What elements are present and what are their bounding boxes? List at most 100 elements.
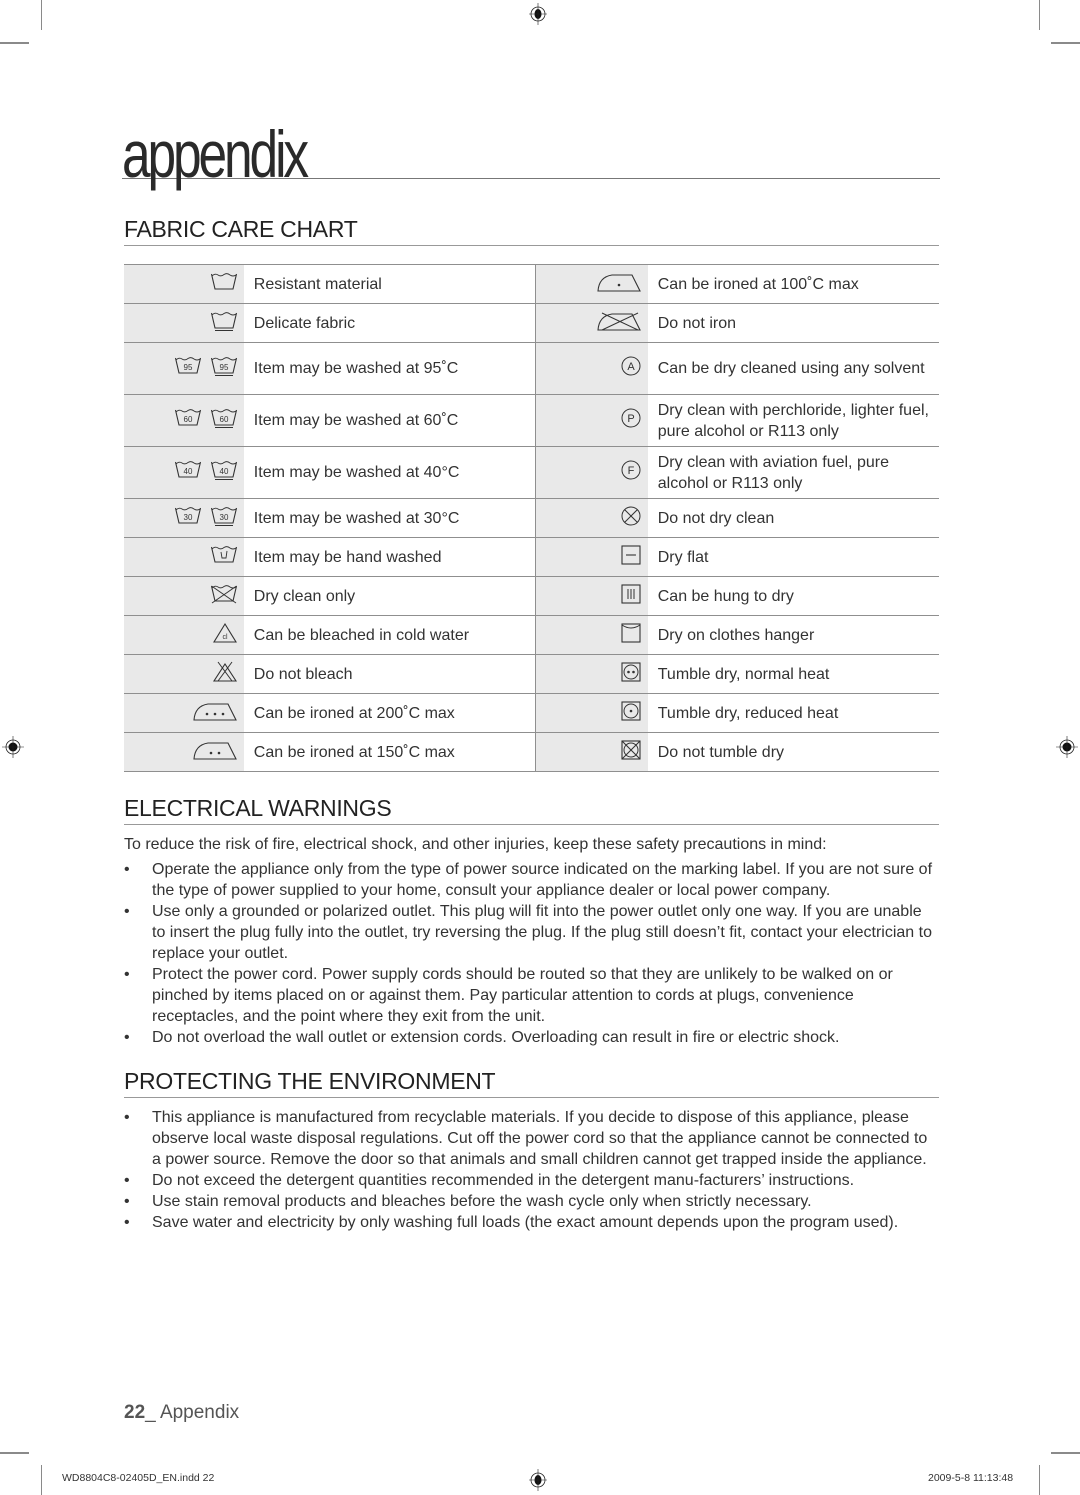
care-label: Do not bleach xyxy=(243,654,536,694)
washtub-delicate-icon xyxy=(210,310,238,332)
electrical-intro: To reduce the risk of fire, electrical s… xyxy=(124,836,827,853)
care-symbols xyxy=(212,661,238,683)
clothes-hanger-dry-icon xyxy=(620,622,642,644)
svg-text:60: 60 xyxy=(219,415,228,424)
care-symbols xyxy=(620,661,642,683)
hang-dry-icon xyxy=(620,583,642,605)
care-symbol-cell: 95 95 xyxy=(124,342,244,395)
care-row: Delicate fabric Do not iron xyxy=(124,303,939,343)
care-symbols xyxy=(192,700,238,722)
bullet-item: Protect the power cord. Power supply cor… xyxy=(124,964,939,1027)
electrical-warnings-title: ELECTRICAL WARNINGS xyxy=(124,795,939,825)
registration-mark-icon xyxy=(1056,736,1078,758)
dry-clean-a-icon: A xyxy=(620,355,642,377)
care-symbol-cell xyxy=(124,654,244,694)
care-symbols: 40 40 xyxy=(174,459,238,481)
care-symbol-cell xyxy=(534,537,648,577)
care-label: Delicate fabric xyxy=(243,303,536,343)
care-symbols: 95 95 xyxy=(174,355,238,377)
crop-mark xyxy=(0,1452,29,1454)
care-symbol-cell xyxy=(534,615,648,655)
do-not-wash-icon xyxy=(210,583,238,605)
do-not-tumble-dry-icon xyxy=(620,739,642,761)
chapter-heading: appendix xyxy=(122,117,940,191)
care-label: Tumble dry, reduced heat xyxy=(647,693,939,733)
do-not-bleach-icon xyxy=(212,661,238,683)
crop-mark xyxy=(1039,0,1040,30)
wash-60-icon: 60 xyxy=(174,407,202,429)
care-label: Can be hung to dry xyxy=(647,576,939,616)
care-label: Dry on clothes hanger xyxy=(647,615,939,655)
care-symbol-cell xyxy=(124,732,244,772)
care-symbol-cell xyxy=(534,654,648,694)
care-symbols xyxy=(210,544,238,566)
hand-wash-icon xyxy=(210,544,238,566)
care-symbols xyxy=(620,700,642,722)
care-label: Item may be hand washed xyxy=(243,537,536,577)
do-not-dry-clean-icon xyxy=(620,505,642,527)
care-symbol-cell xyxy=(534,498,648,538)
page-footer: 22_ Appendix xyxy=(124,1402,239,1424)
dry-clean-f-icon: F xyxy=(620,459,642,481)
care-symbol-cell xyxy=(124,303,244,343)
care-row: Item may be hand washed Dry flat xyxy=(124,537,939,577)
care-symbols xyxy=(596,271,642,293)
care-symbol-cell: 40 40 xyxy=(124,446,244,499)
care-label: Do not dry clean xyxy=(647,498,939,538)
bullet-item: Use only a grounded or polarized outlet.… xyxy=(124,901,939,964)
care-label: Dry flat xyxy=(647,537,939,577)
iron-one-dot-icon xyxy=(596,271,642,293)
svg-text:40: 40 xyxy=(219,467,228,476)
crop-mark xyxy=(1051,1452,1080,1454)
care-label: Item may be washed at 60˚C xyxy=(243,394,536,447)
bleach-cold-icon: cl xyxy=(212,622,238,644)
do-not-iron-icon xyxy=(596,310,642,332)
tumble-dry-reduced-icon xyxy=(620,700,642,722)
care-label: Can be ironed at 150˚C max xyxy=(243,732,536,772)
wash-95-delicate-icon: 95 xyxy=(210,355,238,377)
care-label: Resistant material xyxy=(243,264,536,304)
environment-bullet-list: This appliance is manufactured from recy… xyxy=(124,1107,939,1233)
care-symbol-cell xyxy=(124,537,244,577)
care-label: Dry clean with perchloride, lighter fuel… xyxy=(647,394,939,447)
care-label: Tumble dry, normal heat xyxy=(647,654,939,694)
care-symbols xyxy=(620,739,642,761)
care-row: 60 60 Item may be washed at 60˚C P Dry clean… xyxy=(124,394,939,447)
wash-95-icon: 95 xyxy=(174,355,202,377)
care-row: 30 30 Item may be washed at 30°C Do not dry… xyxy=(124,498,939,538)
care-symbol-cell xyxy=(534,576,648,616)
washtub-icon xyxy=(210,271,238,293)
bullet-item: Operate the appliance only from the type… xyxy=(124,859,939,901)
registration-mark-icon xyxy=(529,1469,547,1491)
svg-text:30: 30 xyxy=(183,513,192,522)
wash-40-icon: 40 xyxy=(174,459,202,481)
page-section-label: _ Appendix xyxy=(145,1402,240,1423)
crop-mark xyxy=(0,42,29,44)
care-symbol-cell: 60 60 xyxy=(124,394,244,447)
care-symbols: 30 30 xyxy=(174,505,238,527)
svg-text:95: 95 xyxy=(183,363,192,372)
svg-text:cl: cl xyxy=(222,634,228,641)
iron-three-dots-icon xyxy=(192,700,238,722)
dry-clean-p-icon: P xyxy=(620,407,642,429)
dry-flat-icon xyxy=(620,544,642,566)
care-symbols: A xyxy=(620,355,642,377)
fabric-care-table: Resistant material Can be ironed at 100˚C… xyxy=(124,264,939,772)
care-symbols: F xyxy=(620,459,642,481)
bullet-item: Save water and electricity by only washi… xyxy=(124,1212,939,1233)
tumble-dry-normal-icon xyxy=(620,661,642,683)
care-label: Do not iron xyxy=(647,303,939,343)
care-symbol-cell xyxy=(124,693,244,733)
care-symbol-cell xyxy=(534,303,648,343)
care-symbol-cell: cl xyxy=(124,615,244,655)
care-label: Item may be washed at 30°C xyxy=(243,498,536,538)
care-row: 95 95 Item may be washed at 95˚C A Can be dr… xyxy=(124,342,939,395)
svg-text:F: F xyxy=(627,465,634,477)
care-symbols xyxy=(620,622,642,644)
care-symbol-cell: F xyxy=(534,446,648,499)
care-symbol-cell xyxy=(124,576,244,616)
care-label: Dry clean with aviation fuel, pure alcoh… xyxy=(647,446,939,499)
registration-mark-icon xyxy=(2,736,24,758)
care-row: Can be ironed at 150˚C max Do not tumble … xyxy=(124,732,939,772)
care-symbol-cell: A xyxy=(534,342,648,395)
